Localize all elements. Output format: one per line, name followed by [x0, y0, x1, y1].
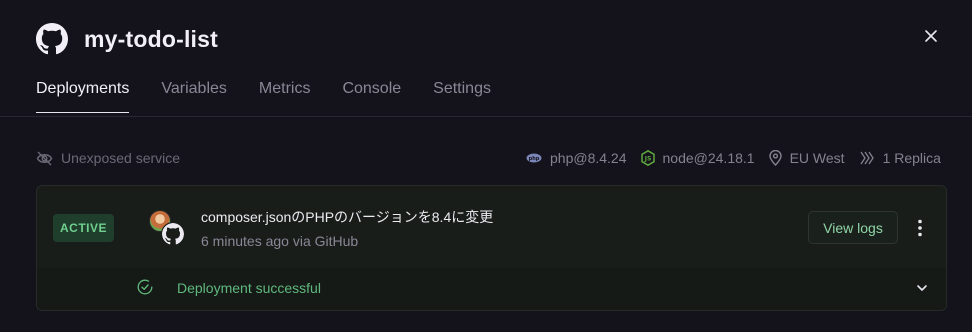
- tab-settings[interactable]: Settings: [433, 80, 491, 113]
- commit-author: [149, 210, 187, 246]
- exposure-status: Unexposed service: [36, 150, 180, 166]
- tab-metrics[interactable]: Metrics: [259, 80, 311, 113]
- commit-message: composer.jsonのPHPのバージョンを8.4に変更: [201, 209, 494, 225]
- region: EU West: [768, 150, 845, 166]
- deployment-card[interactable]: ACTIVE composer.jsonのPHPのバージョンを8.4に変更 6 …: [36, 185, 947, 311]
- php-version: php php@8.4.24: [526, 150, 627, 166]
- view-logs-button[interactable]: View logs: [808, 211, 898, 244]
- tab-deployments[interactable]: Deployments: [36, 80, 130, 113]
- close-icon[interactable]: [924, 29, 938, 43]
- deployment-result: Deployment successful: [177, 280, 321, 296]
- svg-text:php: php: [529, 156, 540, 162]
- service-header: my-todo-list: [36, 22, 218, 56]
- exposure-label: Unexposed service: [61, 150, 181, 166]
- replicas-icon: [860, 151, 874, 165]
- more-options-icon[interactable]: [913, 218, 927, 238]
- eye-off-icon: [36, 151, 53, 165]
- replicas: 1 Replica: [859, 150, 941, 166]
- tab-variables[interactable]: Variables: [161, 80, 227, 113]
- service-meta: Unexposed service php php@8.4.24 JS node…: [36, 150, 972, 168]
- deploy-time: 6 minutes ago via GitHub: [201, 233, 359, 249]
- page-title: my-todo-list: [84, 25, 218, 52]
- deployment-status-bar: [37, 268, 946, 310]
- region-label: EU West: [789, 150, 845, 166]
- chevron-down-icon[interactable]: [915, 282, 929, 294]
- tab-console[interactable]: Console: [342, 80, 401, 113]
- node-version: JS node@24.18.1: [640, 150, 755, 166]
- php-label: php@8.4.24: [550, 150, 627, 166]
- map-pin-icon: [768, 150, 782, 166]
- node-label: node@24.18.1: [662, 150, 755, 166]
- tab-divider: [0, 116, 972, 117]
- status-badge: ACTIVE: [53, 214, 114, 242]
- svg-text:JS: JS: [643, 156, 651, 163]
- nodejs-icon: JS: [640, 150, 655, 166]
- github-icon: [36, 23, 68, 55]
- tab-bar: Deployments Variables Metrics Console Se…: [36, 80, 523, 113]
- runtime-info: php php@8.4.24 JS node@24.18.1 EU West 1…: [526, 150, 955, 166]
- replicas-label: 1 Replica: [882, 150, 941, 166]
- check-circle-icon: [137, 279, 153, 295]
- php-icon: php: [526, 153, 542, 163]
- github-icon: [161, 222, 185, 246]
